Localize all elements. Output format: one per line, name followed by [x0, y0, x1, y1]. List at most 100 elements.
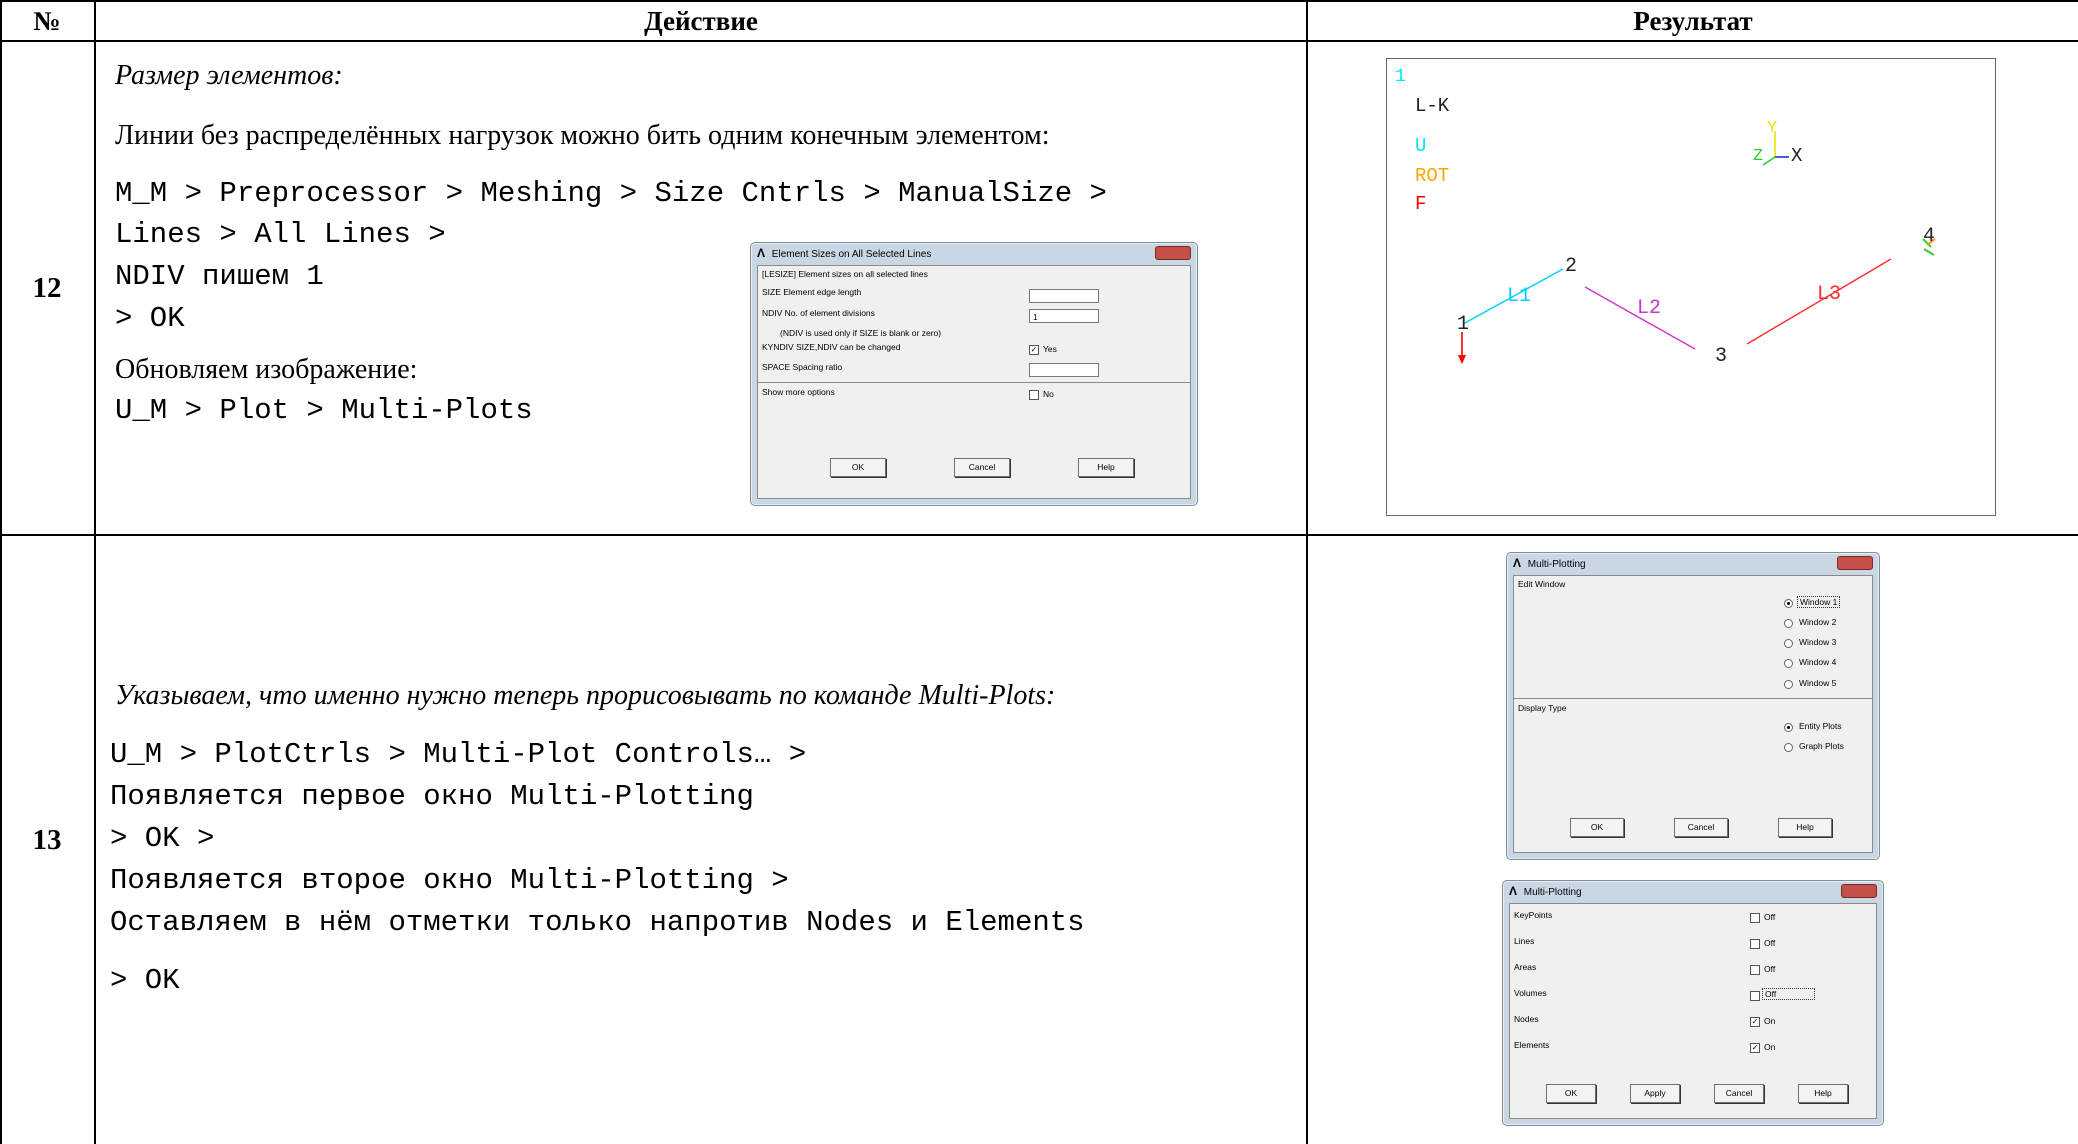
plot-canvas	[1458, 131, 1936, 364]
edit-window-label: Edit Window	[1518, 579, 1566, 589]
table-left-border	[0, 0, 2, 1144]
apply-button[interactable]: Apply	[1630, 1084, 1680, 1103]
cancel-button[interactable]: Cancel	[1714, 1084, 1764, 1103]
lesize-header: [LESIZE] Element sizes on all selected l…	[762, 269, 928, 279]
ansys-logo-icon: Λ	[1509, 884, 1518, 898]
window-1-radio[interactable]	[1784, 599, 1793, 608]
row13-code4: Появляется второе окно Multi-Plotting >	[110, 864, 789, 897]
graph-plots-radio[interactable]	[1784, 743, 1793, 752]
dialog2-body: KeyPoints Off Lines Off Areas Off Volume…	[1509, 903, 1877, 1119]
plot-window-number: 1	[1395, 67, 1406, 87]
row12-code2: Lines > All Lines >	[115, 218, 446, 251]
row13-code2: Появляется первое окно Multi-Plotting	[110, 780, 754, 813]
areas-checkbox[interactable]	[1750, 965, 1760, 975]
window-5-label: Window 5	[1799, 678, 1837, 688]
header-num: №	[33, 6, 61, 36]
dialog1-title: Multi-Plotting	[1527, 559, 1586, 570]
line-label-l1: L1	[1507, 285, 1532, 308]
cancel-button[interactable]: Cancel	[954, 458, 1010, 477]
more-options-checkbox[interactable]	[1029, 390, 1039, 400]
line-label-l3: L3	[1817, 283, 1842, 306]
keypoint-2: 2	[1565, 255, 1578, 278]
line-label-l2: L2	[1637, 297, 1662, 320]
more-options-value: No	[1043, 389, 1054, 399]
close-icon[interactable]	[1155, 246, 1191, 260]
triad-z-axis	[1762, 156, 1776, 166]
row12-code4: > OK	[115, 302, 185, 335]
help-button[interactable]: Help	[1078, 458, 1134, 477]
dialog-title-bar: Λ Element Sizes on All Selected Lines	[757, 246, 931, 260]
space-input[interactable]	[1029, 363, 1099, 377]
volumes-checkbox[interactable]	[1750, 991, 1760, 1001]
table-top-border	[0, 0, 2078, 2]
close-icon[interactable]	[1841, 884, 1877, 898]
dialog1-title-bar: Λ Multi-Plotting	[1513, 556, 1586, 570]
dialog-title: Element Sizes on All Selected Lines	[771, 249, 932, 260]
window-4-radio[interactable]	[1784, 659, 1793, 668]
size-label: SIZE Element edge length	[762, 287, 862, 297]
nodes-value: On	[1764, 1016, 1776, 1026]
constraint-symbol-3	[1923, 248, 1935, 256]
elements-checkbox[interactable]: ✓	[1750, 1043, 1760, 1053]
col2-border	[1306, 0, 1308, 1144]
row12-number: 12	[32, 272, 62, 304]
header-result: Результат	[1633, 6, 1753, 36]
axis-x-label: X	[1791, 145, 1803, 167]
lines-value: Off	[1764, 938, 1776, 948]
ansys-plot-window: 1 L-K U ROT F Y Z X 1 2 3 4 L1 L2 L3	[1386, 58, 1996, 516]
row12-text1: Линии без распределённых нагрузок можно …	[115, 120, 1050, 151]
dialog1-separator	[1514, 698, 1872, 699]
dialog-separator	[758, 382, 1190, 383]
row13-code3: > OK >	[110, 822, 215, 855]
help-button[interactable]: Help	[1798, 1084, 1848, 1103]
ok-button[interactable]: OK	[830, 458, 886, 477]
help-button[interactable]: Help	[1778, 818, 1832, 837]
entity-plots-label: Entity Plots	[1799, 721, 1842, 731]
multi-plotting-dialog-1: Λ Multi-Plotting Edit Window Window 1 Wi…	[1506, 552, 1880, 860]
header-action: Действие	[644, 6, 758, 36]
elements-value: On	[1764, 1042, 1776, 1052]
window-3-radio[interactable]	[1784, 639, 1793, 648]
volumes-label: Volumes	[1514, 988, 1547, 998]
ok-button[interactable]: OK	[1570, 818, 1624, 837]
kyndiv-checkbox[interactable]: ✓	[1029, 345, 1039, 355]
multi-plotting-dialog-2: Λ Multi-Plotting KeyPoints Off Lines Off…	[1502, 880, 1884, 1126]
elements-label: Elements	[1514, 1040, 1550, 1050]
legend-title: L-K	[1415, 95, 1450, 117]
areas-value: Off	[1764, 964, 1776, 974]
row12-code1: M_M > Preprocessor > Meshing > Size Cntr…	[115, 177, 1107, 210]
row12-title: Размер элементов:	[115, 60, 343, 91]
size-input[interactable]	[1029, 289, 1099, 303]
display-type-label: Display Type	[1518, 703, 1567, 713]
legend-u: U	[1415, 135, 1427, 157]
row13-title: Указываем, что именно нужно теперь прори…	[115, 680, 1056, 711]
dialog-body: [LESIZE] Element sizes on all selected l…	[757, 265, 1191, 499]
close-icon[interactable]	[1837, 556, 1873, 570]
header-bottom-border	[0, 40, 2078, 42]
kyndiv-label: KYNDIV SIZE,NDIV can be changed	[762, 342, 901, 352]
lines-checkbox[interactable]	[1750, 939, 1760, 949]
ok-button[interactable]: OK	[1546, 1084, 1596, 1103]
ndiv-input[interactable]: 1	[1029, 309, 1099, 323]
entity-plots-radio[interactable]	[1784, 723, 1793, 732]
keypoints-value: Off	[1764, 912, 1776, 922]
ansys-logo-icon: Λ	[1513, 556, 1522, 570]
force-arrowhead	[1458, 355, 1466, 364]
keypoint-1: 1	[1457, 313, 1470, 336]
dialog2-title-bar: Λ Multi-Plotting	[1509, 884, 1582, 898]
cancel-button[interactable]: Cancel	[1674, 818, 1728, 837]
row13-code1: U_M > PlotCtrls > Multi-Plot Controls… >	[110, 738, 807, 771]
legend-f: F	[1415, 193, 1427, 215]
dialog1-body: Edit Window Window 1 Window 2 Window 3 W…	[1513, 575, 1873, 853]
keypoints-checkbox[interactable]	[1750, 913, 1760, 923]
window-2-radio[interactable]	[1784, 619, 1793, 628]
ndiv-note: (NDIV is used only if SIZE is blank or z…	[780, 328, 942, 338]
keypoint-4: 4	[1923, 225, 1936, 248]
element-sizes-dialog: Λ Element Sizes on All Selected Lines [L…	[750, 242, 1198, 506]
nodes-label: Nodes	[1514, 1014, 1539, 1024]
axis-y-label: Y	[1767, 119, 1778, 138]
window-2-label: Window 2	[1799, 617, 1837, 627]
dialog2-title: Multi-Plotting	[1523, 887, 1582, 898]
nodes-checkbox[interactable]: ✓	[1750, 1017, 1760, 1027]
window-5-radio[interactable]	[1784, 680, 1793, 689]
